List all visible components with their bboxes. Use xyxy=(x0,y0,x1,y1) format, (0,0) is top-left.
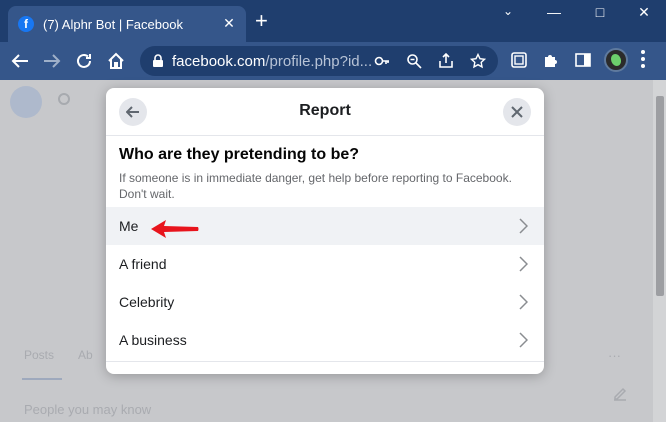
tab-title: (7) Alphr Bot | Facebook xyxy=(43,16,183,32)
extensions-puzzle-icon[interactable] xyxy=(542,51,560,69)
address-bar[interactable]: facebook.com/profile.php?id... xyxy=(140,46,498,76)
option-a-business[interactable]: A business xyxy=(106,321,544,359)
chevron-right-icon xyxy=(519,332,528,348)
browser-toolbar: facebook.com/profile.php?id... xyxy=(0,42,666,80)
home-button[interactable] xyxy=(106,51,126,71)
option-label: A business xyxy=(119,332,187,348)
chevron-right-icon xyxy=(519,218,528,234)
minimize-button[interactable]: — xyxy=(540,4,568,20)
help-text: If someone is in immediate danger, get h… xyxy=(119,171,512,201)
browser-menu-icon[interactable] xyxy=(640,50,646,68)
option-label: Me xyxy=(119,218,139,234)
dialog-footer-divider xyxy=(106,361,544,362)
bookmark-star-icon[interactable] xyxy=(470,53,486,69)
forward-button[interactable] xyxy=(42,51,62,71)
red-arrow-annotation-icon xyxy=(151,220,199,238)
title-bar: f (7) Alphr Bot | Facebook ✕ + ⌄ — □ ✕ xyxy=(0,0,666,42)
option-label: Celebrity xyxy=(119,294,175,310)
search-icon xyxy=(58,93,70,105)
forward-arrow-icon xyxy=(44,54,61,68)
browser-tab[interactable]: f (7) Alphr Bot | Facebook ✕ xyxy=(8,6,246,42)
close-icon xyxy=(511,106,523,118)
edit-icon xyxy=(614,387,627,401)
share-icon[interactable] xyxy=(438,53,454,69)
extension-screenshot-icon[interactable] xyxy=(510,51,528,69)
zoom-icon[interactable] xyxy=(406,53,422,69)
facebook-favicon-icon: f xyxy=(18,16,34,32)
more-options-icon: ··· xyxy=(608,348,621,363)
facebook-logo-icon xyxy=(10,86,42,118)
page-scrollbar[interactable] xyxy=(653,80,666,422)
dialog-title: Report xyxy=(299,102,351,119)
option-celebrity[interactable]: Celebrity xyxy=(106,283,544,321)
people-you-may-know-heading: People you may know xyxy=(24,402,152,417)
reload-button[interactable] xyxy=(74,51,94,71)
about-tab: Ab xyxy=(78,348,93,362)
question-heading: Who are they pretending to be? xyxy=(119,146,360,163)
reload-icon xyxy=(77,53,91,68)
new-tab-button[interactable]: + xyxy=(255,10,268,32)
key-icon[interactable] xyxy=(374,53,390,69)
close-button[interactable] xyxy=(503,98,531,126)
home-icon xyxy=(108,52,124,69)
active-tab-underline xyxy=(22,378,62,380)
back-button[interactable] xyxy=(10,51,30,71)
back-arrow-icon xyxy=(11,54,28,68)
dialog-header: Report xyxy=(106,88,544,136)
url-text: facebook.com/profile.php?id... xyxy=(172,53,373,70)
tab-search-chevron-icon[interactable]: ⌄ xyxy=(494,4,522,18)
tab-close-icon[interactable]: ✕ xyxy=(220,15,238,32)
profile-avatar[interactable] xyxy=(604,48,628,72)
posts-tab: Posts xyxy=(24,348,55,362)
maximize-button[interactable]: □ xyxy=(586,4,614,20)
chevron-right-icon xyxy=(519,294,528,310)
scroll-thumb[interactable] xyxy=(656,96,664,296)
close-window-button[interactable]: ✕ xyxy=(630,4,658,21)
side-panel-icon[interactable] xyxy=(574,51,592,69)
chevron-right-icon xyxy=(519,256,528,272)
option-label: A friend xyxy=(119,256,167,272)
lock-icon xyxy=(153,54,163,67)
option-a-friend[interactable]: A friend xyxy=(106,245,544,283)
